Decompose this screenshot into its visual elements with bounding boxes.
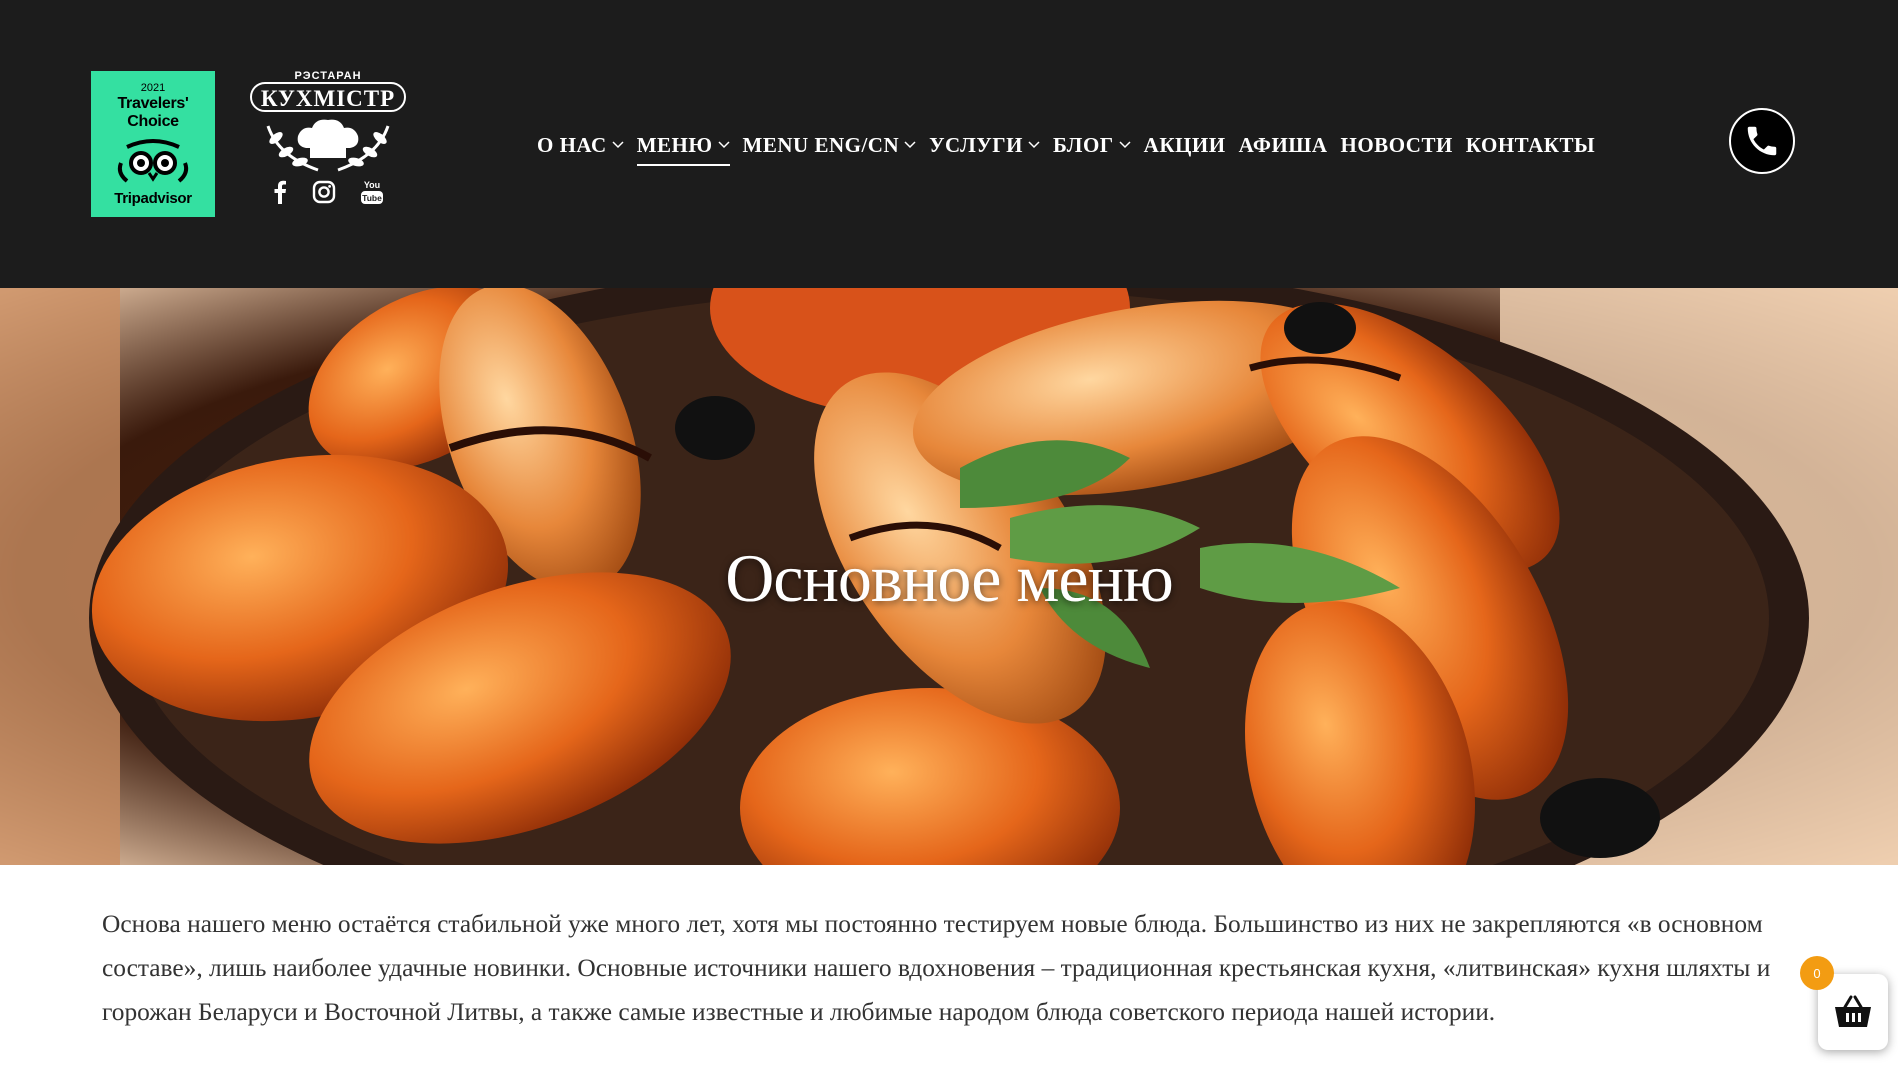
chevron-down-icon — [904, 141, 916, 149]
tripadvisor-owl-icon — [117, 139, 189, 183]
nav-item-services[interactable]: УСЛУГИ — [929, 128, 1040, 162]
nav-item-promotions[interactable]: АКЦИИ — [1144, 128, 1226, 162]
logo-name: КУХМІСТР — [250, 82, 406, 112]
nav-item-about[interactable]: О НАС — [537, 128, 624, 162]
nav-item-blog[interactable]: БЛОГ — [1053, 128, 1131, 162]
nav-item-label: О НАС — [537, 132, 607, 157]
hero-title: Основное меню — [725, 540, 1174, 616]
youtube-link[interactable]: You Tube — [357, 178, 387, 206]
nav-item-label: МЕНЮ — [636, 132, 713, 157]
hero-banner: Основное меню — [0, 288, 1898, 865]
logo-subtitle: РЭСТАРАН — [294, 70, 362, 82]
facebook-icon — [274, 180, 286, 204]
nav-item-label: УСЛУГИ — [929, 132, 1023, 157]
badge-title-line2: Choice — [127, 113, 179, 130]
chevron-down-icon — [612, 141, 624, 149]
nav-item-news[interactable]: НОВОСТИ — [1341, 128, 1453, 162]
nav-item-events[interactable]: АФИША — [1239, 128, 1328, 162]
nav-item-label: АКЦИИ — [1143, 132, 1226, 157]
nav-item-menu-eng-cn[interactable]: MENU ENG/CN — [743, 128, 917, 162]
badge-title-line1: Travelers' — [117, 95, 189, 112]
badge-brand: Tripadvisor — [114, 190, 192, 207]
site-header: 2021 Travelers' Choice Tripadvisor РЭСТА… — [0, 0, 1898, 288]
badge-year: 2021 — [140, 82, 166, 94]
main-navigation: О НАС МЕНЮ MENU ENG/CN УСЛУГИ БЛОГ АКЦИИ… — [537, 128, 1608, 166]
nav-item-label: MENU ENG/CN — [742, 132, 900, 157]
youtube-icon: You Tube — [361, 180, 383, 204]
cart-count-badge: 0 — [1800, 956, 1834, 990]
nav-item-label: БЛОГ — [1052, 132, 1114, 157]
youtube-text-top: You — [364, 180, 380, 190]
nav-item-label: НОВОСТИ — [1340, 132, 1453, 157]
basket-icon — [1835, 995, 1871, 1027]
phone-button[interactable] — [1729, 108, 1795, 174]
youtube-text-bottom: Tube — [362, 193, 382, 203]
chef-hat-wreath-icon — [266, 119, 390, 172]
facebook-link[interactable] — [265, 178, 295, 206]
chevron-down-icon — [1119, 141, 1131, 149]
phone-icon — [1747, 126, 1777, 156]
chevron-down-icon — [1028, 141, 1040, 149]
tripadvisor-travelers-choice-badge[interactable]: 2021 Travelers' Choice Tripadvisor — [91, 71, 215, 217]
restaurant-logo[interactable]: РЭСТАРАН КУХМІСТР — [228, 60, 428, 178]
nav-item-label: КОНТАКТЫ — [1465, 132, 1596, 157]
instagram-link[interactable] — [309, 178, 339, 206]
nav-item-label: АФИША — [1238, 132, 1328, 157]
nav-item-contacts[interactable]: КОНТАКТЫ — [1466, 128, 1595, 162]
chevron-down-icon — [718, 141, 730, 149]
nav-item-menu[interactable]: МЕНЮ — [636, 128, 730, 166]
instagram-icon — [312, 180, 336, 204]
menu-intro-text: Основа нашего меню остаётся стабильной у… — [102, 910, 1771, 1026]
